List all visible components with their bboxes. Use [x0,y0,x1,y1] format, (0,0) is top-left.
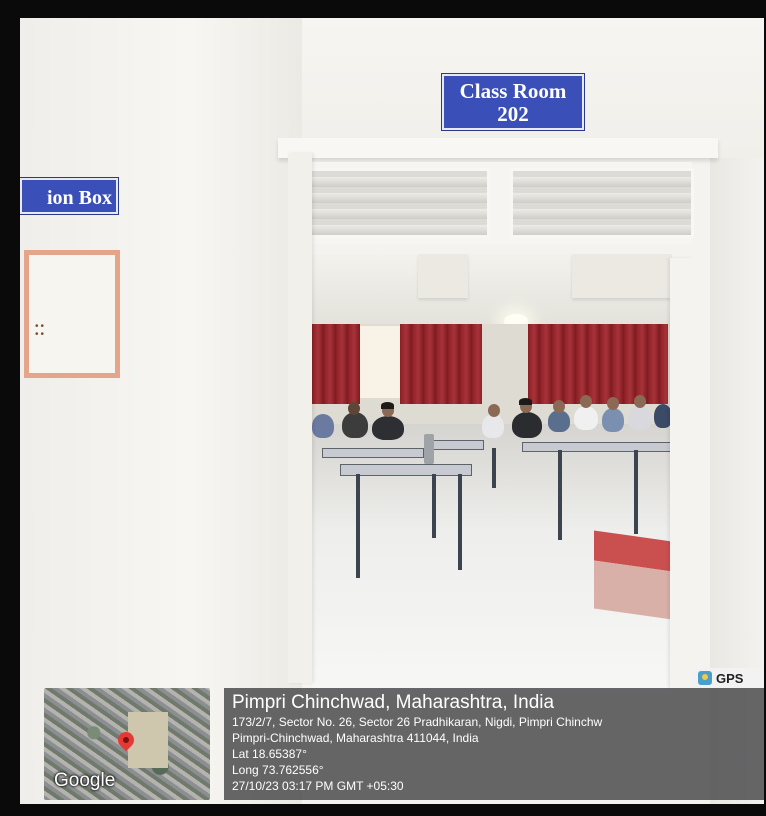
student-hair [519,398,532,405]
notice-box: •• •• [24,250,120,378]
student [372,416,404,440]
student-head [607,397,619,410]
desk-leg [558,450,562,540]
transom-window [292,162,694,244]
desk [432,440,484,450]
steel-bottle [424,434,434,464]
classroom-sign: Class Room 202 [442,74,584,130]
notice-box-dots: •• •• [35,321,47,340]
timestamp: 27/10/23 03:17 PM GMT +05:30 [232,779,404,793]
door-jamb-right [670,258,692,688]
student [574,406,598,430]
address-line-2: Pimpri-Chinchwad, Maharashtra 411044, In… [232,731,479,745]
location-overlay: Pimpri Chinchwad, Maharashtra, India 173… [224,688,764,800]
door-frame-top [278,138,718,158]
desk-leg [356,474,360,578]
student-head [580,395,592,408]
ceiling-beam [572,254,672,298]
student [312,414,334,438]
side-sign: ion Box [20,178,118,214]
student-head [634,395,646,408]
curtain [528,324,668,404]
student [482,414,504,438]
desk-leg [432,474,436,538]
camera-icon [698,671,712,685]
student-hair [381,402,394,409]
map-logo: Google [54,770,116,791]
address-line-1: 173/2/7, Sector No. 26, Sector 26 Pradhi… [232,715,603,729]
student [512,412,542,438]
map-thumbnail: Google [44,688,210,800]
classroom-photo: Class Room 202 ion Box •• •• GPS Google … [20,18,764,804]
door-jamb-left [288,153,312,683]
longitude: Long 73.762556° [232,763,324,777]
desk-leg [492,448,496,488]
classroom-interior [312,254,672,694]
latitude: Lat 18.65387° [232,747,307,761]
student-head [553,400,565,413]
desk-leg [458,474,462,570]
desk [522,442,672,452]
gps-camera-badge: GPS [694,668,764,688]
curtain [312,324,360,404]
ceiling-beam [418,254,468,298]
student [602,408,624,432]
louver-right [510,168,694,238]
desk-leg [634,450,638,534]
curtain [400,324,482,404]
window [360,326,404,398]
louver-left [294,168,490,238]
student [628,406,652,430]
student [548,410,570,432]
student [342,412,368,438]
student-head [488,404,500,417]
left-wall [20,18,302,804]
classroom-sign-line1: Class Room [459,79,567,103]
student-head [348,402,360,415]
location-title: Pimpri Chinchwad, Maharashtra, India [232,692,555,713]
gps-badge-label: GPS [716,670,744,686]
classroom-sign-line2: 202 [497,102,529,126]
desk [322,448,424,458]
